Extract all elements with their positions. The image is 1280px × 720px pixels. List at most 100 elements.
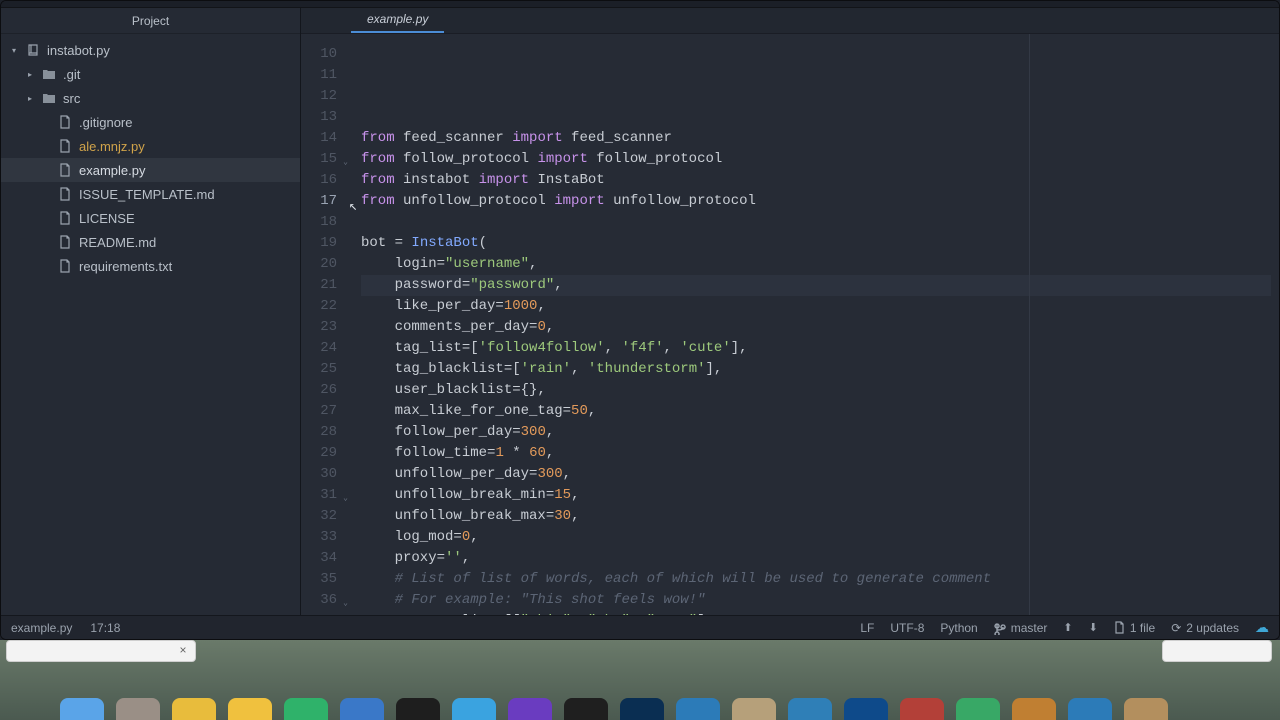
tree-item-ale-mnjz-py[interactable]: ale.mnjz.py: [1, 134, 300, 158]
tab-example-py[interactable]: example.py: [351, 7, 444, 33]
code-line[interactable]: from follow_protocol import follow_proto…: [361, 149, 1271, 170]
line-number[interactable]: 19: [305, 233, 349, 254]
dock-app-10[interactable]: [620, 698, 664, 720]
line-number[interactable]: 16: [305, 170, 349, 191]
code-line[interactable]: from feed_scanner import feed_scanner: [361, 128, 1271, 149]
code-line[interactable]: from unfollow_protocol import unfollow_p…: [361, 191, 1271, 212]
code-line[interactable]: login="username",: [361, 254, 1271, 275]
status-changed-files[interactable]: 1 file: [1114, 621, 1155, 635]
dock-app-19[interactable]: [1124, 698, 1168, 720]
line-number[interactable]: 13: [305, 107, 349, 128]
dock-app-15[interactable]: [900, 698, 944, 720]
code-line[interactable]: unfollow_per_day=300,: [361, 464, 1271, 485]
line-number[interactable]: 30: [305, 464, 349, 485]
line-number[interactable]: 12: [305, 86, 349, 107]
code-line[interactable]: proxy='',: [361, 548, 1271, 569]
code-line[interactable]: comment_list=[["this", "the", "your"],: [361, 611, 1271, 615]
line-number[interactable]: 21: [305, 275, 349, 296]
code-line[interactable]: # List of list of words, each of which w…: [361, 569, 1271, 590]
line-number[interactable]: 22: [305, 296, 349, 317]
code-line[interactable]: unfollow_break_min=15,: [361, 485, 1271, 506]
code-line[interactable]: # For example: "This shot feels wow!": [361, 590, 1271, 611]
code-line[interactable]: user_blacklist={},: [361, 380, 1271, 401]
dock-app-18[interactable]: [1068, 698, 1112, 720]
dock-app-5[interactable]: [340, 698, 384, 720]
line-number[interactable]: 27: [305, 401, 349, 422]
line-number[interactable]: 29: [305, 443, 349, 464]
code-line[interactable]: like_per_day=1000,: [361, 296, 1271, 317]
code-line[interactable]: tag_blacklist=['rain', 'thunderstorm'],: [361, 359, 1271, 380]
status-cursor-position[interactable]: 17:18: [90, 621, 120, 635]
line-number[interactable]: 33: [305, 527, 349, 548]
file-tree[interactable]: ▾instabot.py▸.git▸src.gitignoreale.mnjz.…: [1, 34, 300, 282]
line-number[interactable]: 24: [305, 338, 349, 359]
line-number[interactable]: 10: [305, 44, 349, 65]
tree-item-example-py[interactable]: example.py: [1, 158, 300, 182]
code-line[interactable]: tag_list=['follow4follow', 'f4f', 'cute'…: [361, 338, 1271, 359]
git-pull-button[interactable]: ⬇: [1089, 621, 1098, 634]
line-number[interactable]: 36⌄: [305, 590, 349, 611]
dock-app-7[interactable]: [452, 698, 496, 720]
status-encoding[interactable]: UTF-8: [890, 621, 924, 635]
line-number[interactable]: 35: [305, 569, 349, 590]
code-line[interactable]: follow_per_day=300,: [361, 422, 1271, 443]
tree-item-license[interactable]: LICENSE: [1, 206, 300, 230]
tree-item-src[interactable]: ▸src: [1, 86, 300, 110]
dock-app-16[interactable]: [956, 698, 1000, 720]
status-git-branch[interactable]: master: [994, 621, 1048, 635]
tree-item-readme-md[interactable]: README.md: [1, 230, 300, 254]
line-number[interactable]: 18: [305, 212, 349, 233]
dock-app-14[interactable]: [844, 698, 888, 720]
code-line[interactable]: log_mod=0,: [361, 527, 1271, 548]
status-language[interactable]: Python: [940, 621, 977, 635]
line-number[interactable]: 15⌄: [305, 149, 349, 170]
close-icon[interactable]: ×: [176, 643, 190, 657]
code-line[interactable]: bot = InstaBot(: [361, 233, 1271, 254]
line-number[interactable]: 31⌄: [305, 485, 349, 506]
tree-item--gitignore[interactable]: .gitignore: [1, 110, 300, 134]
dock-app-17[interactable]: [1012, 698, 1056, 720]
tree-item-instabot-py[interactable]: ▾instabot.py: [1, 38, 300, 62]
line-number[interactable]: 28: [305, 422, 349, 443]
git-push-button[interactable]: ⬆: [1063, 621, 1072, 634]
line-number[interactable]: 26: [305, 380, 349, 401]
status-filename[interactable]: example.py: [11, 621, 72, 635]
dock-app-11[interactable]: [676, 698, 720, 720]
line-number[interactable]: 17: [305, 191, 349, 212]
line-number[interactable]: 32: [305, 506, 349, 527]
code-line[interactable]: comments_per_day=0,: [361, 317, 1271, 338]
dock-app-0[interactable]: [60, 698, 104, 720]
dock-app-12[interactable]: [732, 698, 776, 720]
code-content[interactable]: ↖ from feed_scanner import feed_scannerf…: [353, 34, 1279, 615]
code-line[interactable]: unfollow_break_max=30,: [361, 506, 1271, 527]
code-line[interactable]: max_like_for_one_tag=50,: [361, 401, 1271, 422]
line-number[interactable]: 37: [305, 611, 349, 615]
tree-item--git[interactable]: ▸.git: [1, 62, 300, 86]
code-line[interactable]: password="password",: [361, 275, 1271, 296]
line-number[interactable]: 34: [305, 548, 349, 569]
line-number[interactable]: 14: [305, 128, 349, 149]
tab-bar[interactable]: example.py: [301, 8, 1279, 34]
dock-app-1[interactable]: [116, 698, 160, 720]
line-number[interactable]: 20: [305, 254, 349, 275]
code-line[interactable]: from instabot import InstaBot: [361, 170, 1271, 191]
line-number[interactable]: 25: [305, 359, 349, 380]
status-eol[interactable]: LF: [860, 621, 874, 635]
line-number[interactable]: 11: [305, 65, 349, 86]
line-number-gutter[interactable]: 101112131415⌄161718192021222324252627282…: [301, 34, 353, 615]
dock-app-6[interactable]: [396, 698, 440, 720]
status-updates[interactable]: ⟳ 2 updates: [1171, 621, 1239, 635]
code-line[interactable]: follow_time=1 * 60,: [361, 443, 1271, 464]
browser-button[interactable]: [1162, 640, 1272, 662]
dock-app-2[interactable]: [172, 698, 216, 720]
dock-app-8[interactable]: [508, 698, 552, 720]
download-chip[interactable]: [6, 640, 196, 662]
tree-item-requirements-txt[interactable]: requirements.txt: [1, 254, 300, 278]
dock-app-9[interactable]: [564, 698, 608, 720]
cloud-icon[interactable]: ☁: [1255, 619, 1269, 636]
code-area[interactable]: 101112131415⌄161718192021222324252627282…: [301, 34, 1279, 615]
dock-app-13[interactable]: [788, 698, 832, 720]
line-number[interactable]: 23: [305, 317, 349, 338]
tree-item-issue-template-md[interactable]: ISSUE_TEMPLATE.md: [1, 182, 300, 206]
code-line[interactable]: [361, 212, 1271, 233]
